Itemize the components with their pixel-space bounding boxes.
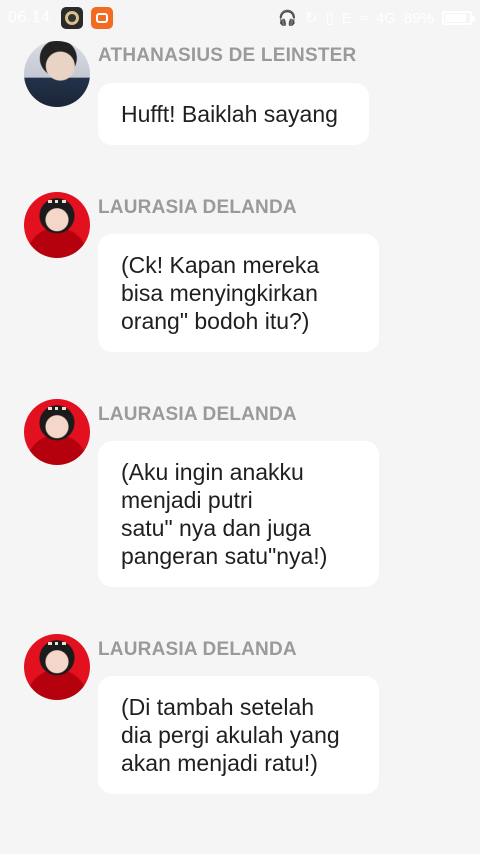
message-text: dia pergi akulah yang [121, 722, 340, 748]
avatar[interactable] [24, 192, 90, 258]
music-app-icon [60, 7, 83, 29]
message-text: (Ck! Kapan mereka [121, 252, 320, 278]
wifi-icon: ≈ [359, 9, 368, 27]
message-bubble[interactable]: (Aku ingin anakku menjadi putri satu" ny… [98, 441, 379, 587]
status-bar: 06.14 🎧 ↻ ▯ E ≈ 4G 89% [0, 0, 480, 36]
sender-name: ATHANASIUS DE LEINSTER [98, 45, 357, 66]
message-text: pangeran satu"nya!) [121, 543, 328, 569]
network-type: 4G [375, 9, 396, 27]
message-text: (Aku ingin anakku [121, 459, 304, 485]
message-text: (Di tambah setelah [121, 694, 315, 720]
camera-app-icon [90, 7, 113, 29]
vibrate-icon: ▯ [325, 10, 334, 27]
message-text: orang" bodoh itu?) [121, 308, 310, 334]
sender-name: LAURASIA DELANDA [98, 197, 297, 218]
sync-icon: ↻ [304, 10, 318, 27]
message-bubble[interactable]: (Di tambah setelah dia pergi akulah yang… [98, 676, 379, 794]
message-text: menjadi putri [121, 487, 253, 513]
sender-name: LAURASIA DELANDA [98, 404, 297, 425]
battery-icon [442, 11, 475, 25]
status-indicators: 🎧 ↻ ▯ E ≈ 4G 89% [278, 9, 475, 27]
status-time: 06.14 [8, 9, 51, 26]
avatar[interactable] [24, 399, 90, 465]
message-bubble[interactable]: (Ck! Kapan mereka bisa menyingkirkan ora… [98, 234, 379, 352]
headphones-icon: 🎧 [278, 10, 297, 27]
message-text: satu" nya dan juga [121, 515, 311, 541]
avatar[interactable] [24, 634, 90, 700]
message-text: akan menjadi ratu!) [121, 750, 318, 776]
message-bubble[interactable]: Hufft! Baiklah sayang [98, 83, 369, 145]
battery-percent: 89% [403, 9, 434, 27]
avatar[interactable] [24, 41, 90, 107]
message-text: Hufft! Baiklah sayang [121, 101, 338, 127]
message-text: bisa menyingkirkan [121, 280, 318, 306]
sender-name: LAURASIA DELANDA [98, 639, 297, 660]
signal-e-label: E [341, 9, 352, 27]
signal-icon: E [342, 10, 352, 27]
